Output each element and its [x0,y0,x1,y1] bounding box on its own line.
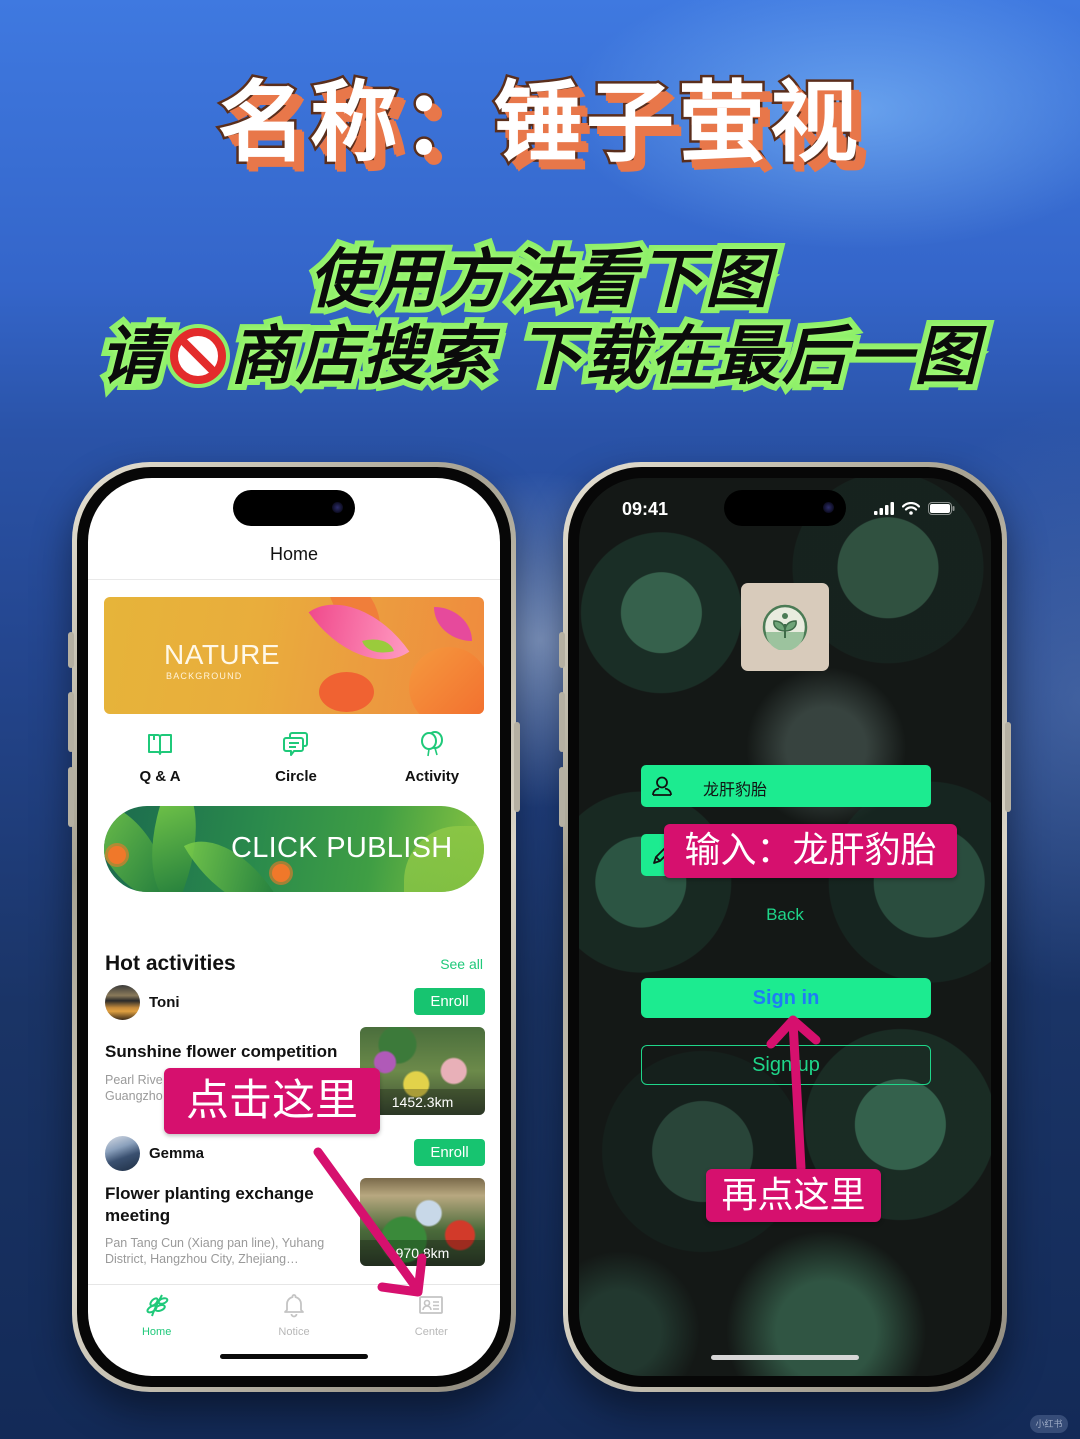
plant-logo-icon [762,604,808,650]
phone-home-screen: Home NATURE BACKGROUND Q & A Circle Acti… [68,462,520,1392]
activity-card[interactable]: Toni Enroll Sunshine flower competition … [105,985,485,1115]
instructions-suffix: 商店搜索 下载在最后一图 [224,314,984,400]
quick-action-label: Q & A [139,768,181,785]
tab-label: Notice [278,1326,310,1338]
click-publish-banner[interactable]: CLICK PUBLISH [104,806,484,892]
chat-icon [283,732,308,756]
signal-icon [874,502,894,515]
avatar[interactable] [105,1136,140,1171]
annotation-click-here: 点击这里 [164,1068,380,1134]
back-link[interactable]: Back [579,905,991,925]
wifi-icon [902,502,920,515]
quick-action-circle[interactable]: Circle [241,730,351,785]
banner-leaf-decoration [434,607,472,641]
nav-title: Home [269,544,318,564]
hot-activities-title: Hot activities [105,952,236,975]
click-publish-label: CLICK PUBLISH [231,832,453,864]
banner-leaf-decoration [409,647,484,714]
quick-action-label: Activity [404,768,460,785]
phone-side-button [559,632,565,668]
tab-label: Center [414,1326,448,1338]
quick-action-qa[interactable]: Q & A [105,730,215,785]
banner-leaf-decoration [319,672,374,712]
activity-thumbnail[interactable]: 970.8km [360,1178,485,1266]
tab-label: Home [141,1326,172,1338]
tabbar-divider [88,1284,500,1285]
activity-title: Flower planting exchange meeting [105,1184,314,1225]
activity-user-name: Gemma [149,1145,205,1162]
activity-card[interactable]: Gemma Enroll Flower planting exchange me… [105,1136,485,1266]
tab-notice[interactable]: Notice [249,1292,339,1338]
enroll-button[interactable]: Enroll [414,988,485,1015]
phone-side-button [68,632,74,668]
book-icon [148,734,172,755]
phone-volume-up [68,692,74,752]
username-value: 龙肝豹胎 [703,782,768,799]
poster-title: 名称：锤子萤视 [215,69,862,177]
tab-bar: Home Notice Center [88,1292,500,1338]
activity-user-name: Toni [149,994,180,1011]
quick-action-label: Circle [275,768,317,785]
leaf-icon [146,1294,168,1317]
sign-up-button[interactable]: Sign up [641,1045,931,1085]
home-indicator[interactable] [220,1354,368,1359]
user-icon [652,776,672,796]
balloon-icon [421,731,443,757]
banner-subtitle: BACKGROUND [166,671,243,681]
home-screen: Home NATURE BACKGROUND Q & A Circle Acti… [88,478,500,1376]
annotation-click-again: 再点这里 [706,1169,881,1222]
prohibited-icon [169,328,226,384]
status-icons [874,502,955,515]
sign-in-button[interactable]: Sign in [641,978,931,1018]
quick-actions: Q & A Circle Activity [88,730,500,785]
avatar[interactable] [105,985,140,1020]
banner-leaf-decoration [308,597,410,687]
activity-address: Pan Tang Cun (Xiang pan line), Yuhang Di… [105,1236,325,1266]
app-logo [741,583,829,671]
bell-icon [284,1294,304,1318]
phone-volume-down [559,767,565,827]
annotation-input-hint: 输入：龙肝豹胎 [664,824,957,878]
instructions-line-2: 请商店搜索 下载在最后一图 [0,305,1080,400]
home-indicator[interactable] [711,1355,859,1360]
dynamic-island [233,490,355,526]
battery-icon [928,502,955,515]
phone-volume-up [559,692,565,752]
banner-title: NATURE [164,639,281,670]
dynamic-island [724,490,846,526]
enroll-button[interactable]: Enroll [414,1139,485,1166]
tab-center[interactable]: Center [386,1292,476,1338]
jungle-flower [108,846,126,864]
login-screen: 09:41 龙肝豹胎 Back Sign in Sign up [579,478,991,1376]
phone-volume-down [68,767,74,827]
tab-home[interactable]: Home [112,1292,202,1338]
nav-divider [88,579,500,580]
instructions-prefix: 请 [94,314,170,400]
activity-title: Sunshine flower competition [105,1042,338,1061]
jungle-flower [272,864,290,882]
activity-distance: 970.8km [360,1240,485,1266]
phone-power-button [1005,722,1011,812]
see-all-link[interactable]: See all [440,956,483,972]
id-card-icon [419,1296,444,1314]
quick-action-activity[interactable]: Activity [377,730,487,785]
status-time: 09:41 [622,499,669,519]
watermark: 小红书 [1030,1415,1068,1433]
phone-power-button [514,722,520,812]
username-input[interactable]: 龙肝豹胎 [641,765,931,807]
phone-login-screen: 09:41 龙肝豹胎 Back Sign in Sign up [559,462,1011,1392]
nature-banner[interactable]: NATURE BACKGROUND [104,597,484,714]
